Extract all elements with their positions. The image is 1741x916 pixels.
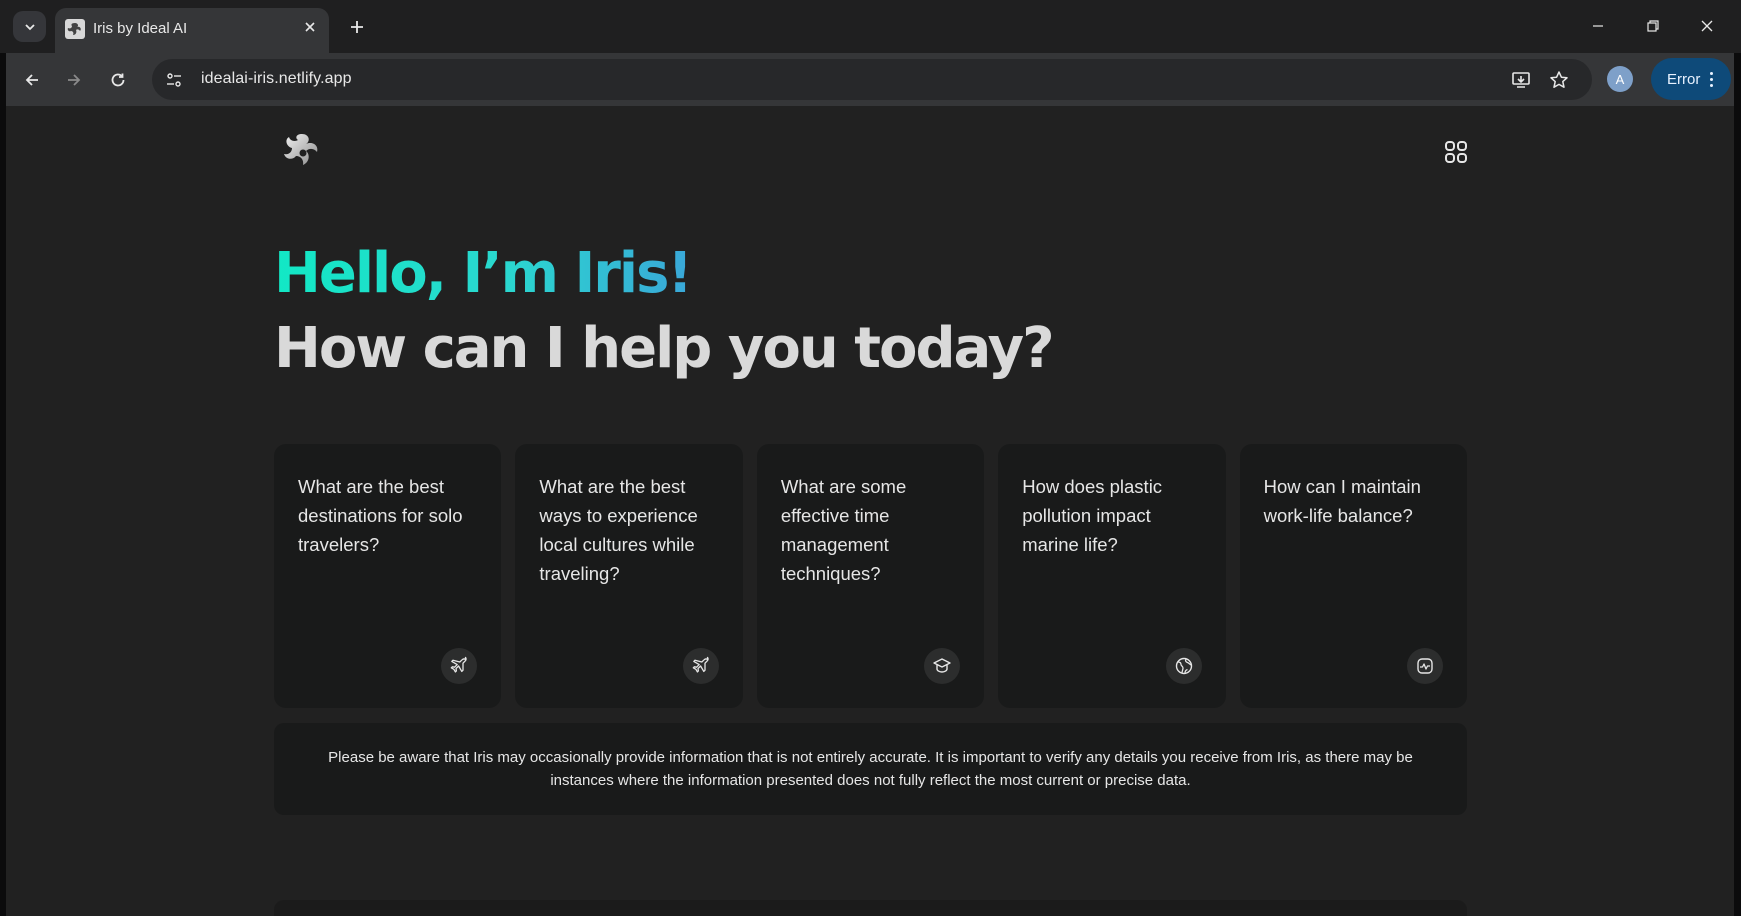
chevron-down-icon: [24, 23, 35, 30]
page-viewport: Hello, I’m Iris! How can I help you toda…: [6, 106, 1734, 916]
suggestion-text: What are some effective time management …: [780, 476, 907, 584]
suggestion-card[interactable]: How can I maintain work-life balance?: [1239, 444, 1468, 708]
tab-title: Iris by Ideal AI: [93, 20, 188, 37]
heartbeat-icon: [1407, 648, 1444, 684]
suggestion-text: What are the best ways to experience loc…: [539, 476, 698, 584]
iris-favicon-icon: [65, 19, 85, 39]
iris-logo-icon: [284, 134, 318, 165]
more-vert-icon: [1710, 71, 1714, 87]
suggestion-text: How does plastic pollution impact marine…: [1022, 476, 1163, 555]
tab-close-icon[interactable]: [298, 15, 322, 39]
bookmark-star-icon[interactable]: [1546, 67, 1572, 93]
apps-grid-icon[interactable]: [1443, 139, 1469, 165]
chat-input-area-edge: [274, 900, 1467, 916]
browser-tab[interactable]: Iris by Ideal AI: [55, 8, 329, 53]
graduation-cap-icon: [924, 648, 961, 684]
forward-arrow-icon[interactable]: [58, 64, 90, 96]
reload-icon[interactable]: [102, 64, 134, 96]
suggestion-text: What are the best destinations for solo …: [298, 476, 463, 555]
suggestion-cards: What are the best destinations for solo …: [274, 444, 1468, 708]
greeting-heading: Hello, I’m Iris!: [274, 241, 693, 306]
minimize-icon[interactable]: [1578, 10, 1618, 42]
site-info-icon[interactable]: [162, 68, 186, 92]
suggestion-card[interactable]: How does plastic pollution impact marine…: [998, 444, 1226, 708]
help-subtitle: How can I help you today?: [274, 316, 1055, 381]
disclaimer-notice: Please be aware that Iris may occasional…: [274, 723, 1467, 815]
airplane-icon: [441, 648, 478, 684]
close-window-icon[interactable]: [1687, 10, 1727, 42]
airplane-icon: [682, 648, 719, 684]
error-menu-button[interactable]: Error: [1651, 58, 1731, 100]
url-text[interactable]: idealai-iris.netlify.app: [201, 70, 352, 88]
address-bar[interactable]: idealai-iris.netlify.app: [152, 59, 1592, 100]
browser-tab-bar: Iris by Ideal AI: [0, 0, 1741, 53]
back-arrow-icon[interactable]: [16, 64, 48, 96]
profile-avatar[interactable]: A: [1607, 66, 1633, 92]
suggestion-text: How can I maintain work-life balance?: [1263, 476, 1421, 526]
suggestion-card[interactable]: What are some effective time management …: [756, 444, 985, 708]
error-label: Error: [1667, 70, 1701, 88]
install-app-icon[interactable]: [1508, 67, 1534, 93]
restore-window-icon[interactable]: [1633, 10, 1673, 42]
tab-search-button[interactable]: [13, 11, 46, 42]
suggestion-card[interactable]: What are the best destinations for solo …: [274, 444, 502, 708]
suggestion-card[interactable]: What are the best ways to experience loc…: [515, 444, 743, 708]
new-tab-plus-icon[interactable]: [343, 13, 371, 41]
globe-icon: [1165, 648, 1202, 684]
browser-toolbar: idealai-iris.netlify.app A Error: [6, 53, 1734, 106]
